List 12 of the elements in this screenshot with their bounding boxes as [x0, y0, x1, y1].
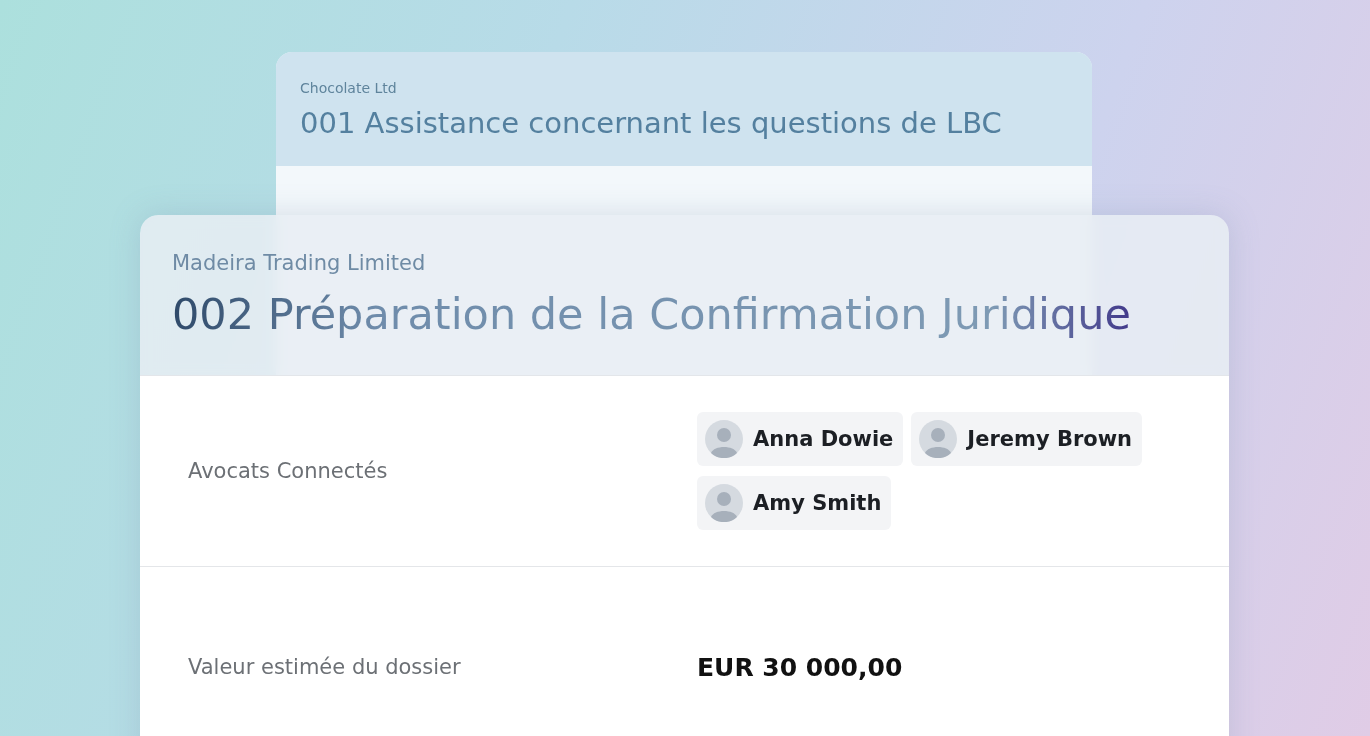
field-value: EUR 30 000,00	[697, 652, 904, 682]
case-title: 001 Assistance concernant les questions de LBC	[300, 106, 1003, 140]
lawyer-chip[interactable]: Jeremy Brown	[911, 412, 1143, 466]
avatar-icon	[705, 484, 743, 522]
avatar-icon	[919, 420, 958, 458]
lawyer-chip[interactable]: Amy Smith	[697, 476, 892, 530]
company-name: Chocolate Ltd	[300, 80, 398, 96]
field-label: Valeur estimée du dossier	[188, 655, 462, 679]
avatar-icon	[705, 420, 743, 458]
field-label: Avocats Connectés	[188, 459, 389, 483]
company-name: Madeira Trading Limited	[172, 251, 427, 275]
lawyer-chip[interactable]: Anna Dowie	[697, 412, 904, 466]
